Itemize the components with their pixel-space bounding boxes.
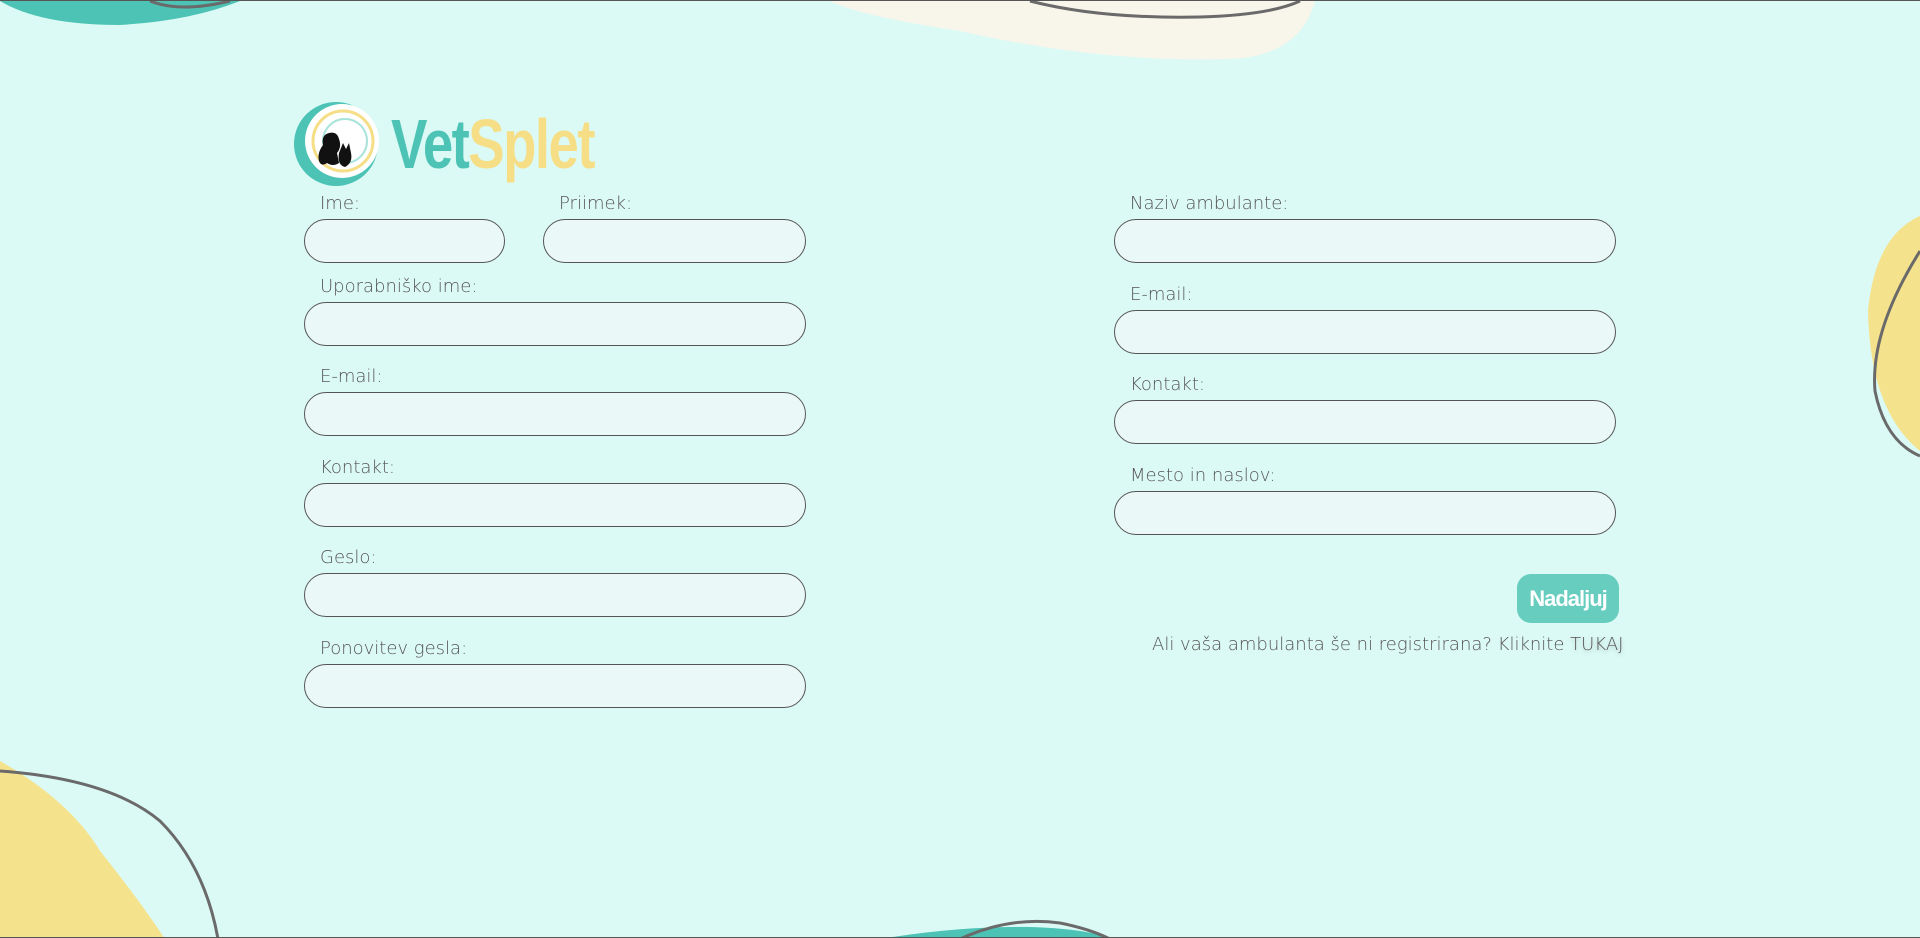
- contact-input[interactable]: [304, 483, 806, 527]
- register-prompt-text: Ali vaša ambulanta še ni registrirana? K…: [1152, 634, 1571, 655]
- email-field: E-mail:: [304, 366, 806, 436]
- vetsplet-logo[interactable]: VetSplet: [293, 101, 651, 187]
- password-field: Geslo:: [304, 547, 806, 617]
- password-label: Geslo:: [320, 547, 377, 568]
- first-name-input[interactable]: [304, 219, 505, 263]
- last-name-field: Priimek:: [543, 193, 806, 263]
- contact-field: Kontakt:: [304, 457, 806, 527]
- brand-name-part-splet: Splet: [468, 105, 595, 183]
- clinic-name-input[interactable]: [1114, 219, 1616, 263]
- password-repeat-label: Ponovitev gesla:: [320, 638, 468, 659]
- password-repeat-field: Ponovitev gesla:: [304, 638, 806, 708]
- email-input[interactable]: [304, 392, 806, 436]
- registration-page: VetSplet Ime: Priimek: Uporabniško ime: …: [0, 0, 1920, 938]
- clinic-contact-label: Kontakt:: [1130, 374, 1205, 395]
- brand-name: VetSplet: [391, 109, 596, 179]
- clinic-address-field: Mesto in naslov:: [1114, 465, 1616, 535]
- clinic-contact-field: Kontakt:: [1114, 374, 1616, 444]
- yellow-blob-right: [1868, 216, 1920, 451]
- password-repeat-input[interactable]: [304, 664, 806, 708]
- brand-name-part-vet: Vet: [391, 105, 470, 183]
- username-input[interactable]: [304, 302, 806, 346]
- continue-button[interactable]: Nadaljuj: [1517, 574, 1619, 623]
- clinic-name-label: Naziv ambulante:: [1130, 193, 1289, 214]
- clinic-name-field: Naziv ambulante:: [1114, 193, 1616, 263]
- register-here-link[interactable]: TUKAJ: [1570, 634, 1623, 655]
- background-decoration: [0, 1, 1920, 937]
- clinic-contact-input[interactable]: [1114, 400, 1616, 444]
- contact-label: Kontakt:: [320, 457, 395, 478]
- clinic-address-input[interactable]: [1114, 491, 1616, 535]
- yellow-blob-bottom-left: [0, 761, 164, 937]
- pet-logo-icon: [294, 102, 379, 186]
- first-name-field: Ime:: [304, 193, 505, 263]
- register-clinic-prompt: Ali vaša ambulanta še ni registrirana? K…: [1152, 634, 1623, 655]
- last-name-label: Priimek:: [559, 193, 633, 214]
- password-input[interactable]: [304, 573, 806, 617]
- clinic-email-field: E-mail:: [1114, 284, 1616, 354]
- clinic-email-label: E-mail:: [1130, 284, 1193, 305]
- email-label: E-mail:: [320, 366, 383, 387]
- teal-blob-bottom: [892, 926, 1106, 937]
- first-name-label: Ime:: [320, 193, 360, 214]
- username-label: Uporabniško ime:: [320, 276, 478, 297]
- last-name-input[interactable]: [543, 219, 806, 263]
- clinic-email-input[interactable]: [1114, 310, 1616, 354]
- username-field: Uporabniško ime:: [304, 276, 806, 346]
- clinic-address-label: Mesto in naslov:: [1130, 465, 1276, 486]
